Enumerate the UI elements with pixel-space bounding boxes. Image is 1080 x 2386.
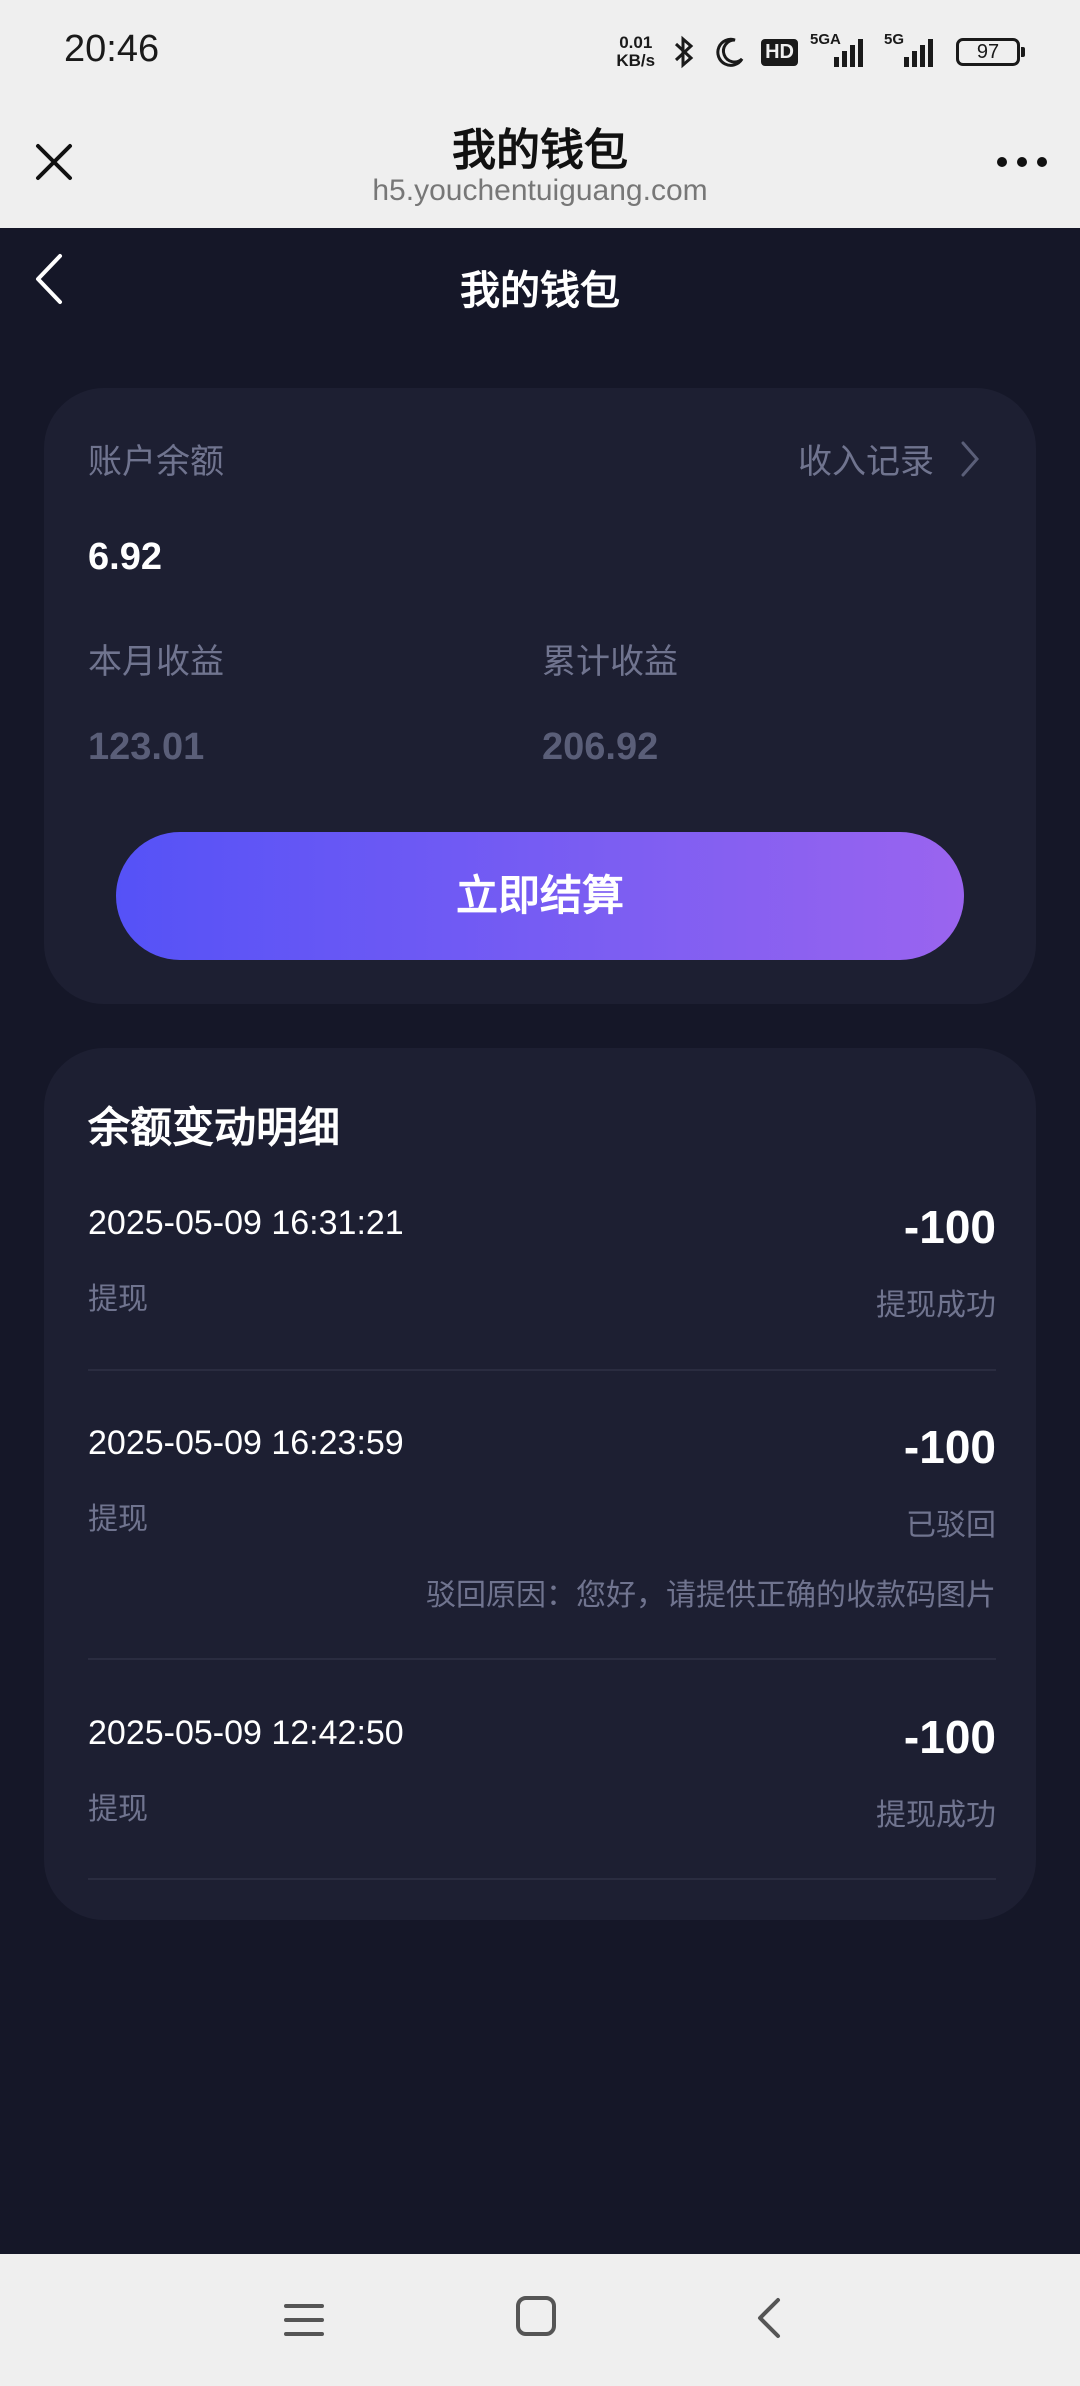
system-nav-bar	[0, 2254, 1080, 2386]
total-earnings-value: 206.92	[542, 726, 659, 768]
settle-button[interactable]: 立即结算	[116, 832, 964, 960]
total-earnings-label: 累计收益	[542, 642, 678, 682]
record-amount: -100	[903, 1421, 996, 1473]
record-type: 提现	[88, 1282, 148, 1317]
record-row: 2025-05-09 16:31:21 提现 -100 提现成功	[88, 1201, 996, 1354]
record-type: 提现	[88, 1502, 148, 1537]
divider	[88, 1878, 996, 1880]
battery-icon: 97	[956, 38, 1025, 66]
details-title: 余额变动明细	[88, 1103, 341, 1152]
status-time: 20:46	[64, 28, 160, 70]
browser-url: h5.youchentuiguang.com	[372, 174, 708, 207]
income-record-link[interactable]: 收入记录	[798, 434, 980, 483]
hd-badge: HD	[761, 38, 798, 66]
record-row: 2025-05-09 12:42:50 提现 -100 提现成功	[88, 1711, 996, 1864]
record-status: 提现成功	[876, 1288, 996, 1323]
record-amount: -100	[903, 1711, 996, 1763]
app-header: 我的钱包	[0, 228, 1080, 338]
month-earnings-value: 123.01	[88, 726, 205, 768]
income-record-label: 收入记录	[798, 442, 934, 482]
record-amount: -100	[903, 1201, 996, 1253]
balance-details-card: 余额变动明细 2025-05-09 16:31:21 提现 -100 提现成功 …	[44, 1048, 1036, 1920]
balance-value: 6.92	[88, 536, 162, 578]
signal-5g-icon: 5G	[884, 31, 942, 67]
home-icon[interactable]	[514, 2294, 558, 2338]
more-icon[interactable]	[994, 152, 1050, 172]
divider	[88, 1658, 996, 1660]
divider	[88, 1369, 996, 1371]
status-bar: 20:46 0.01 KB/s HD 5GA 5G 97	[0, 0, 1080, 100]
recent-apps-icon[interactable]	[282, 2298, 326, 2342]
record-type: 提现	[88, 1792, 148, 1827]
balance-label: 账户余额	[88, 442, 224, 482]
signal-5ga-icon: 5GA	[810, 31, 872, 67]
bluetooth-icon	[675, 35, 694, 69]
page-title: 我的钱包	[460, 268, 620, 314]
browser-title: 我的钱包	[452, 125, 628, 176]
month-earnings-label: 本月收益	[88, 642, 224, 682]
network-speed: 0.01 KB/s	[616, 33, 656, 70]
record-datetime: 2025-05-09 12:42:50	[88, 1714, 404, 1752]
record-status: 已驳回	[906, 1508, 996, 1543]
wallet-card: 账户余额 收入记录 6.92 本月收益 累计收益 123.01 206.92 立…	[44, 388, 1036, 1004]
status-icons: 0.01 KB/s HD 5GA 5G 97	[616, 30, 1025, 74]
record-datetime: 2025-05-09 16:31:21	[88, 1204, 404, 1242]
moon-icon	[716, 37, 744, 67]
nav-back-icon[interactable]	[752, 2294, 786, 2342]
record-status: 提现成功	[876, 1798, 996, 1833]
reject-reason: 驳回原因：您好，请提供正确的收款码图片	[426, 1578, 996, 1613]
chevron-right-icon	[961, 441, 979, 476]
browser-toolbar: 我的钱包 h5.youchentuiguang.com	[0, 100, 1080, 228]
record-row: 2025-05-09 16:23:59 提现 -100 已驳回 驳回原因：您好，…	[88, 1421, 996, 1624]
record-datetime: 2025-05-09 16:23:59	[88, 1424, 404, 1462]
